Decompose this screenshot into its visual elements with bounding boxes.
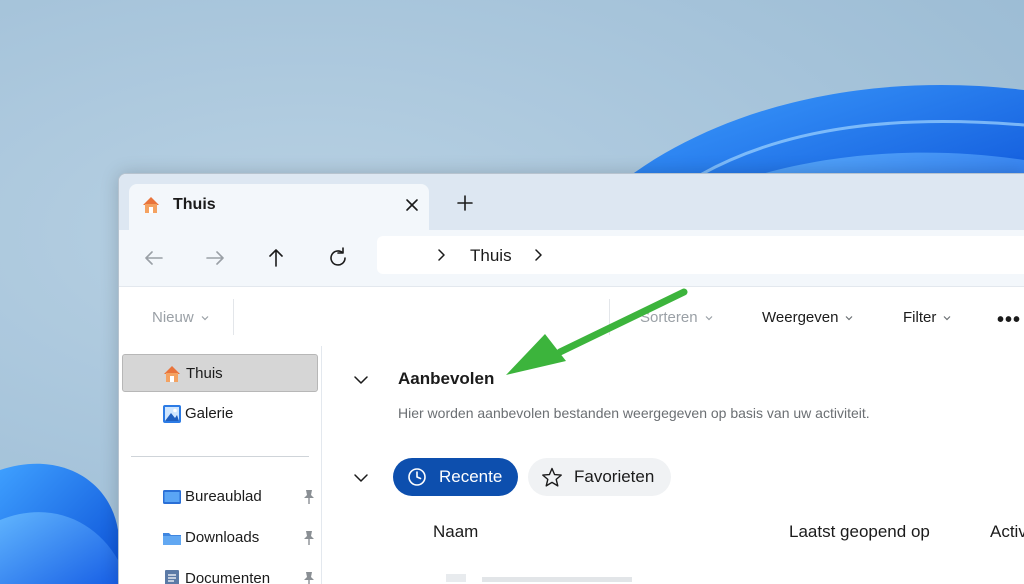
file-explorer-window: Thuis Thuis Nieuw Sorteren Weergeven Fil… — [118, 173, 1024, 584]
column-header-last-opened[interactable]: Laatst geopend op — [789, 522, 930, 542]
command-bar: Nieuw Sorteren Weergeven Filter ••• — [119, 286, 1024, 348]
file-row-partial — [446, 574, 632, 582]
home-icon — [143, 197, 159, 213]
refresh-icon[interactable] — [324, 244, 352, 272]
navigation-bar: Thuis — [119, 230, 1024, 286]
close-icon[interactable] — [401, 194, 423, 216]
sidebar-item-thuis[interactable]: Thuis — [122, 354, 318, 392]
navigation-pane: Thuis Galerie Bureaublad Downloads Docum… — [119, 346, 322, 584]
breadcrumb-current[interactable]: Thuis — [470, 246, 512, 266]
back-arrow-icon[interactable] — [140, 244, 168, 272]
sidebar-item-documenten[interactable]: Documenten — [122, 560, 318, 584]
new-button[interactable]: Nieuw — [152, 309, 210, 326]
forward-arrow-icon[interactable] — [201, 244, 229, 272]
new-button-label: Nieuw — [152, 309, 194, 326]
chevron-down-icon[interactable] — [351, 468, 371, 488]
more-options-button[interactable]: ••• — [997, 309, 1021, 332]
title-bar: Thuis — [119, 174, 1024, 230]
favorites-filter-label: Favorieten — [574, 467, 655, 486]
recommended-section-description: Hier worden aanbevolen bestanden weergeg… — [398, 405, 870, 421]
filter-button[interactable]: Filter — [903, 309, 952, 326]
downloads-folder-icon — [163, 533, 181, 545]
sidebar-item-label: Bureaublad — [185, 488, 262, 505]
gallery-icon — [163, 405, 181, 423]
chevron-down-icon — [201, 315, 209, 320]
chevron-down-icon — [846, 315, 853, 320]
sidebar-divider — [131, 456, 309, 457]
sidebar-item-label: Thuis — [186, 365, 223, 382]
tab-thuis[interactable]: Thuis — [129, 184, 429, 230]
filter-button-label: Filter — [903, 309, 937, 326]
sort-button[interactable]: Sorteren — [640, 309, 714, 326]
pin-icon[interactable] — [302, 571, 316, 584]
main-content: Aanbevolen Hier worden aanbevolen bestan… — [322, 346, 1024, 584]
sort-button-label: Sorteren — [640, 309, 698, 326]
documents-folder-icon — [165, 570, 179, 584]
view-button-label: Weergeven — [762, 309, 839, 326]
column-header-name[interactable]: Naam — [433, 522, 478, 542]
sidebar-item-label: Documenten — [185, 570, 271, 584]
address-bar[interactable]: Thuis — [377, 236, 1024, 274]
home-icon — [164, 366, 180, 382]
clock-icon — [408, 468, 426, 486]
desktop-folder-icon — [163, 490, 181, 504]
chevron-down-icon[interactable] — [351, 370, 371, 390]
chevron-right-icon[interactable] — [529, 245, 549, 265]
sidebar-item-label: Galerie — [185, 405, 234, 422]
tab-title: Thuis — [173, 196, 216, 213]
sidebar-item-bureaublad[interactable]: Bureaublad — [122, 478, 318, 516]
pin-icon[interactable] — [302, 489, 316, 505]
new-tab-plus-icon[interactable] — [454, 192, 476, 214]
desktop: Thuis Thuis Nieuw Sorteren Weergeven Fil… — [0, 0, 1024, 584]
chevron-right-icon[interactable] — [432, 245, 452, 265]
chevron-down-icon — [705, 315, 712, 320]
chevron-down-icon — [943, 315, 951, 320]
column-header-activity[interactable]: Activ — [990, 522, 1024, 542]
view-button[interactable]: Weergeven — [762, 309, 854, 326]
command-divider — [609, 299, 610, 335]
favorites-filter-button[interactable]: Favorieten — [528, 458, 671, 496]
command-divider — [233, 299, 234, 335]
recent-filter-label: Recente — [439, 467, 503, 486]
sidebar-item-downloads[interactable]: Downloads — [122, 519, 318, 557]
recent-filter-button[interactable]: Recente — [393, 458, 518, 496]
pin-icon[interactable] — [302, 530, 316, 546]
star-icon — [542, 467, 562, 487]
up-arrow-icon[interactable] — [262, 244, 290, 272]
sidebar-item-label: Downloads — [185, 529, 260, 546]
sidebar-item-galerie[interactable]: Galerie — [122, 395, 318, 433]
recommended-section-title: Aanbevolen — [398, 369, 495, 388]
